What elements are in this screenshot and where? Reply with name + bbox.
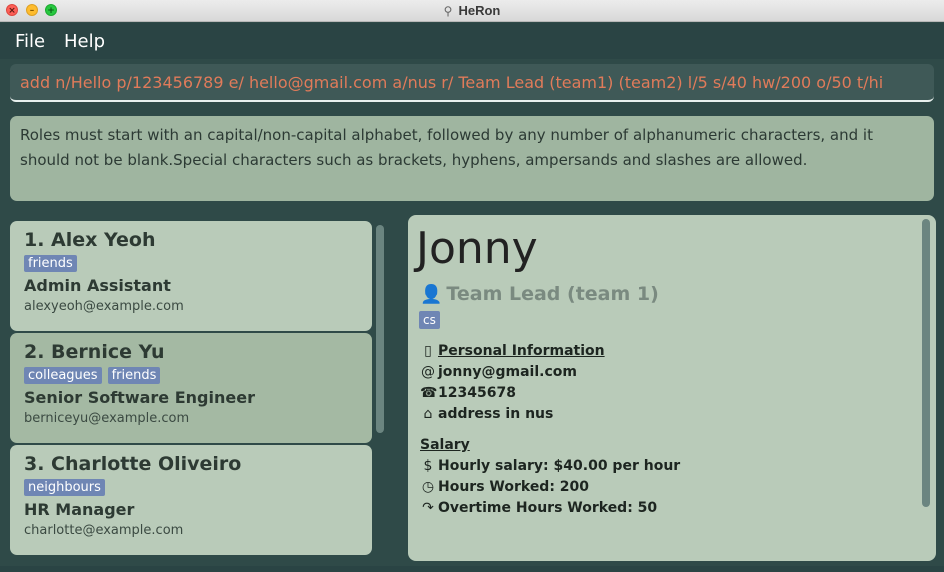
detail-hours-worked: ◷ Hours Worked: 200	[420, 479, 589, 495]
result-message: Roles must start with an capital/non-cap…	[20, 126, 873, 169]
person-card[interactable]: 1. Alex Yeoh friends Admin Assistant ale…	[10, 221, 372, 331]
arrow-icon: ↷	[422, 500, 434, 516]
title-bar: × – + ⚲ HeRon	[0, 0, 944, 22]
tag-badge: colleagues	[24, 367, 102, 384]
menu-help[interactable]: Help	[64, 31, 105, 52]
person-tags: colleagues friends	[24, 367, 161, 384]
id-card-icon: ▯	[424, 343, 432, 359]
person-card[interactable]: 2. Bernice Yu colleagues friends Senior …	[10, 333, 372, 443]
person-tags: neighbours	[24, 479, 105, 496]
menu-bar: File Help	[0, 23, 944, 59]
person-name: 1. Alex Yeoh	[24, 229, 156, 251]
at-icon: @	[421, 364, 435, 380]
detail-role: 👤 Team Lead (team 1)	[420, 283, 659, 305]
tag-badge: friends	[107, 367, 161, 384]
detail-name: Jonny	[416, 223, 538, 274]
personal-info-heading-text: Personal Information	[438, 343, 605, 359]
menu-file[interactable]: File	[15, 31, 45, 52]
dollar-icon: $	[423, 458, 433, 474]
phone-icon: ☎	[420, 385, 438, 401]
detail-email-text: jonny@gmail.com	[438, 364, 577, 380]
house-icon: ⌂	[423, 406, 433, 422]
person-name: 3. Charlotte Oliveiro	[24, 453, 242, 475]
person-role: Senior Software Engineer	[24, 388, 255, 407]
window-title-text: HeRon	[458, 3, 501, 18]
detail-overtime-text: Overtime Hours Worked: 50	[438, 500, 658, 516]
detail-phone-text: 12345678	[438, 385, 516, 401]
result-display: Roles must start with an capital/non-cap…	[10, 116, 934, 201]
person-list-scrollbar[interactable]	[376, 225, 384, 433]
window-title: ⚲ HeRon	[0, 3, 944, 18]
detail-hourly-salary-text: Hourly salary: $40.00 per hour	[438, 458, 681, 474]
person-role: HR Manager	[24, 500, 135, 519]
detail-hours-worked-text: Hours Worked: 200	[438, 479, 590, 495]
tag-badge: neighbours	[24, 479, 105, 496]
person-list[interactable]: 1. Alex Yeoh friends Admin Assistant ale…	[10, 221, 372, 556]
person-email: berniceyu@example.com	[24, 411, 190, 426]
person-email: alexyeoh@example.com	[24, 299, 184, 314]
person-card[interactable]: 3. Charlotte Oliveiro neighbours HR Mana…	[10, 445, 372, 555]
detail-email: @ jonny@gmail.com	[420, 364, 577, 380]
command-box[interactable]: add n/Hello p/123456789 e/ hello@gmail.c…	[10, 64, 934, 102]
detail-overtime: ↷ Overtime Hours Worked: 50	[420, 500, 657, 516]
detail-address-text: address in nus	[438, 406, 554, 422]
command-input-text[interactable]: add n/Hello p/123456789 e/ hello@gmail.c…	[20, 73, 883, 92]
salary-heading: Salary	[420, 437, 470, 453]
tag-badge: friends	[24, 255, 77, 272]
app-icon: ⚲	[443, 4, 453, 18]
person-detail-panel: Jonny 👤 Team Lead (team 1) cs ▯ Personal …	[408, 215, 936, 561]
detail-address: ⌂ address in nus	[420, 406, 554, 422]
detail-role-text: Team Lead (team 1)	[446, 283, 659, 305]
detail-phone: ☎12345678	[420, 385, 516, 401]
detail-tag: cs	[419, 311, 440, 329]
status-bar	[0, 566, 944, 572]
detail-scrollbar[interactable]	[922, 219, 930, 507]
person-name: 2. Bernice Yu	[24, 341, 165, 363]
person-icon: 👤	[420, 283, 443, 305]
detail-hourly-salary: $ Hourly salary: $40.00 per hour	[420, 458, 681, 474]
person-email: charlotte@example.com	[24, 523, 184, 538]
clock-icon: ◷	[421, 479, 435, 495]
person-tags: friends	[24, 255, 77, 272]
person-role: Admin Assistant	[24, 276, 171, 295]
personal-info-heading: ▯ Personal Information	[420, 343, 605, 359]
